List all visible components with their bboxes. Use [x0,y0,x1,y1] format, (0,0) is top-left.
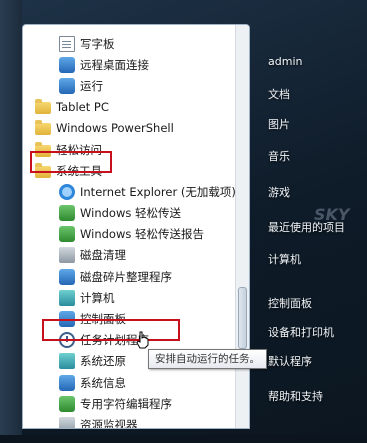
right-menu-item[interactable]: 文档 [268,86,290,102]
program-item-label: 专用字符编辑程序 [80,396,172,411]
computer-icon [59,289,75,306]
watermark-logo: SKY [314,205,350,224]
program-item-label: 计算机 [80,290,115,305]
system-info-icon [59,374,75,391]
remote-desktop-icon [59,56,75,73]
right-menu-item[interactable]: 音乐 [268,148,290,164]
tooltip: 安排自动运行的任务。 [148,349,267,369]
program-item-label: 系统工具 [56,163,102,178]
right-menu-item[interactable]: admin [268,55,302,68]
program-item[interactable]: Windows PowerShell [23,118,237,139]
window-frame-bottom [0,435,367,443]
program-item[interactable]: 写字板 [23,33,237,54]
program-item-label: 磁盘清理 [80,248,126,263]
program-item[interactable]: Internet Explorer (无加载项) [23,181,237,202]
folder-icon [35,120,51,136]
wordpad-icon [59,35,75,52]
program-item-label: Tablet PC [56,100,109,115]
program-item[interactable]: 资源监视器 [23,414,237,429]
program-item[interactable]: 运行 [23,75,237,96]
control-panel-icon [59,311,75,328]
system-restore-icon [59,353,75,370]
folder-icon [35,99,51,115]
easy-transfer-report-icon [59,226,75,243]
program-item[interactable]: 磁盘碎片整理程序 [23,266,237,287]
right-menu-item[interactable]: 默认程序 [268,353,312,369]
program-item-label: Windows PowerShell [56,121,174,136]
right-menu-item[interactable]: 控制面板 [268,295,312,311]
program-item-label: 写字板 [80,36,115,51]
program-item[interactable]: 专用字符编辑程序 [23,393,237,414]
scrollbar-thumb[interactable] [238,287,247,349]
program-item-label: 运行 [80,78,103,93]
folder-icon [35,162,51,178]
program-item-label: Internet Explorer (无加载项) [80,184,236,199]
window-frame-left [0,0,22,443]
resource-monitor-icon [59,416,75,428]
program-item[interactable]: 系统工具 [23,160,237,181]
right-menu-item[interactable]: 计算机 [268,251,301,267]
right-menu-item[interactable]: 帮助和支持 [268,388,323,404]
start-menu-right-pane: admin 文档 图片 音乐 游戏 最近使用的项目 计算机 控制面板 设备和打印机 默认程序 帮助和… [252,24,367,429]
right-menu-item[interactable]: 设备和打印机 [268,324,334,340]
program-item-label: 系统还原 [80,354,126,369]
program-item[interactable]: 磁盘清理 [23,245,237,266]
program-item-label: 远程桌面连接 [80,57,149,72]
program-item[interactable]: Windows 轻松传送报告 [23,224,237,245]
internet-explorer-icon [59,183,75,200]
hand-cursor-icon [136,331,149,349]
program-item-label: Windows 轻松传送 [80,206,181,221]
disk-cleanup-icon [59,247,75,264]
easy-transfer-icon [59,205,75,222]
program-item[interactable]: 计算机 [23,287,237,308]
run-icon [59,77,75,94]
program-list: 写字板远程桌面连接 运行 Tablet PC Windows PowerShell 轻松… [23,33,237,429]
defragmenter-icon [59,268,75,285]
program-item-label: 磁盘碎片整理程序 [80,269,172,284]
program-item-label: 轻松访问 [56,142,102,157]
program-item-label: 系统信息 [80,375,126,390]
program-item[interactable]: 系统信息 [23,372,237,393]
program-item[interactable]: 轻松访问 [23,139,237,160]
right-menu-item[interactable]: 游戏 [268,184,290,200]
program-item[interactable]: Windows 轻松传送 [23,203,237,224]
right-menu-item[interactable]: 图片 [268,116,290,132]
program-item[interactable]: Tablet PC [23,97,237,118]
program-item-label: Windows 轻松传送报告 [80,227,204,242]
program-item[interactable]: 远程桌面连接 [23,54,237,75]
program-item[interactable]: 控制面板 [23,308,237,329]
private-character-editor-icon [59,395,75,412]
program-item-label: 资源监视器 [80,417,138,429]
program-item-label: 控制面板 [80,312,126,327]
program-item[interactable]: 任务计划程序 [23,330,237,351]
folder-icon [35,141,51,157]
task-scheduler-icon [59,332,75,349]
